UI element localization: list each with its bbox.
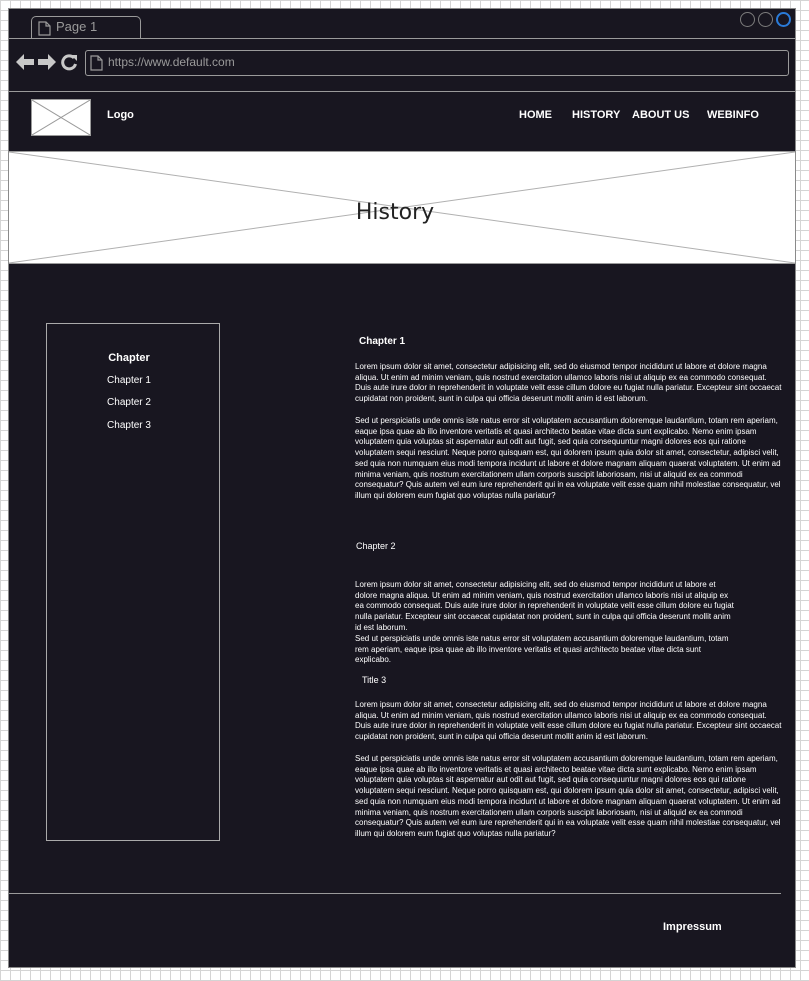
section-heading-chapter-2: Chapter 2: [356, 541, 396, 551]
logo-image-placeholder: [31, 99, 91, 136]
nav-history[interactable]: HISTORY: [572, 109, 620, 121]
browser-tab[interactable]: Page 1: [31, 16, 141, 39]
toolbar-divider: [9, 91, 795, 92]
footer-divider: [9, 893, 781, 894]
section-paragraph: Lorem ipsum dolor sit amet, consectetur …: [355, 362, 782, 404]
forward-arrow-icon[interactable]: [38, 54, 56, 70]
impressum-link[interactable]: Impressum: [663, 921, 722, 933]
address-bar[interactable]: https://www.default.com: [85, 50, 789, 76]
page-icon: [38, 21, 51, 36]
image-placeholder-icon: [31, 99, 91, 136]
logo-label: Logo: [107, 109, 134, 121]
url-text: https://www.default.com: [108, 55, 235, 69]
section-heading-title-3: Title 3: [362, 675, 387, 685]
browser-window: Page 1 https://www.default.com Logo HOME…: [8, 8, 796, 968]
section-paragraph: Sed ut perspiciatis unde omnis iste natu…: [355, 754, 781, 838]
close-icon[interactable]: [776, 12, 791, 27]
minimize-icon[interactable]: [740, 12, 755, 27]
reload-icon[interactable]: [61, 54, 78, 71]
page-title: History: [355, 200, 435, 225]
section-paragraph: Sed ut perspiciatis unde omnis iste natu…: [355, 634, 729, 665]
sidebar-item-chapter-2[interactable]: Chapter 2: [47, 397, 211, 408]
nav-about-us[interactable]: ABOUT US: [632, 109, 689, 121]
section-paragraph: Lorem ipsum dolor sit amet, consectetur …: [355, 700, 782, 742]
page-icon: [90, 55, 103, 71]
tab-divider: [9, 38, 795, 39]
nav-webinfo[interactable]: WEBINFO: [707, 109, 759, 121]
nav-home[interactable]: HOME: [519, 109, 552, 121]
back-arrow-icon[interactable]: [16, 54, 34, 70]
section-paragraph: Sed ut perspiciatis unde omnis iste natu…: [355, 416, 781, 500]
sidebar-title: Chapter: [108, 352, 150, 364]
tab-title: Page 1: [56, 19, 98, 34]
sidebar-item-chapter-1[interactable]: Chapter 1: [47, 375, 211, 386]
sidebar-item-chapter-3[interactable]: Chapter 3: [47, 420, 211, 431]
chapter-sidebar: Chapter Chapter 1 Chapter 2 Chapter 3: [46, 323, 220, 841]
maximize-icon[interactable]: [758, 12, 773, 27]
section-paragraph: Lorem ipsum dolor sit amet, consectetur …: [355, 580, 734, 632]
hero-banner: History: [9, 151, 795, 264]
section-heading-chapter-1: Chapter 1: [359, 336, 406, 347]
